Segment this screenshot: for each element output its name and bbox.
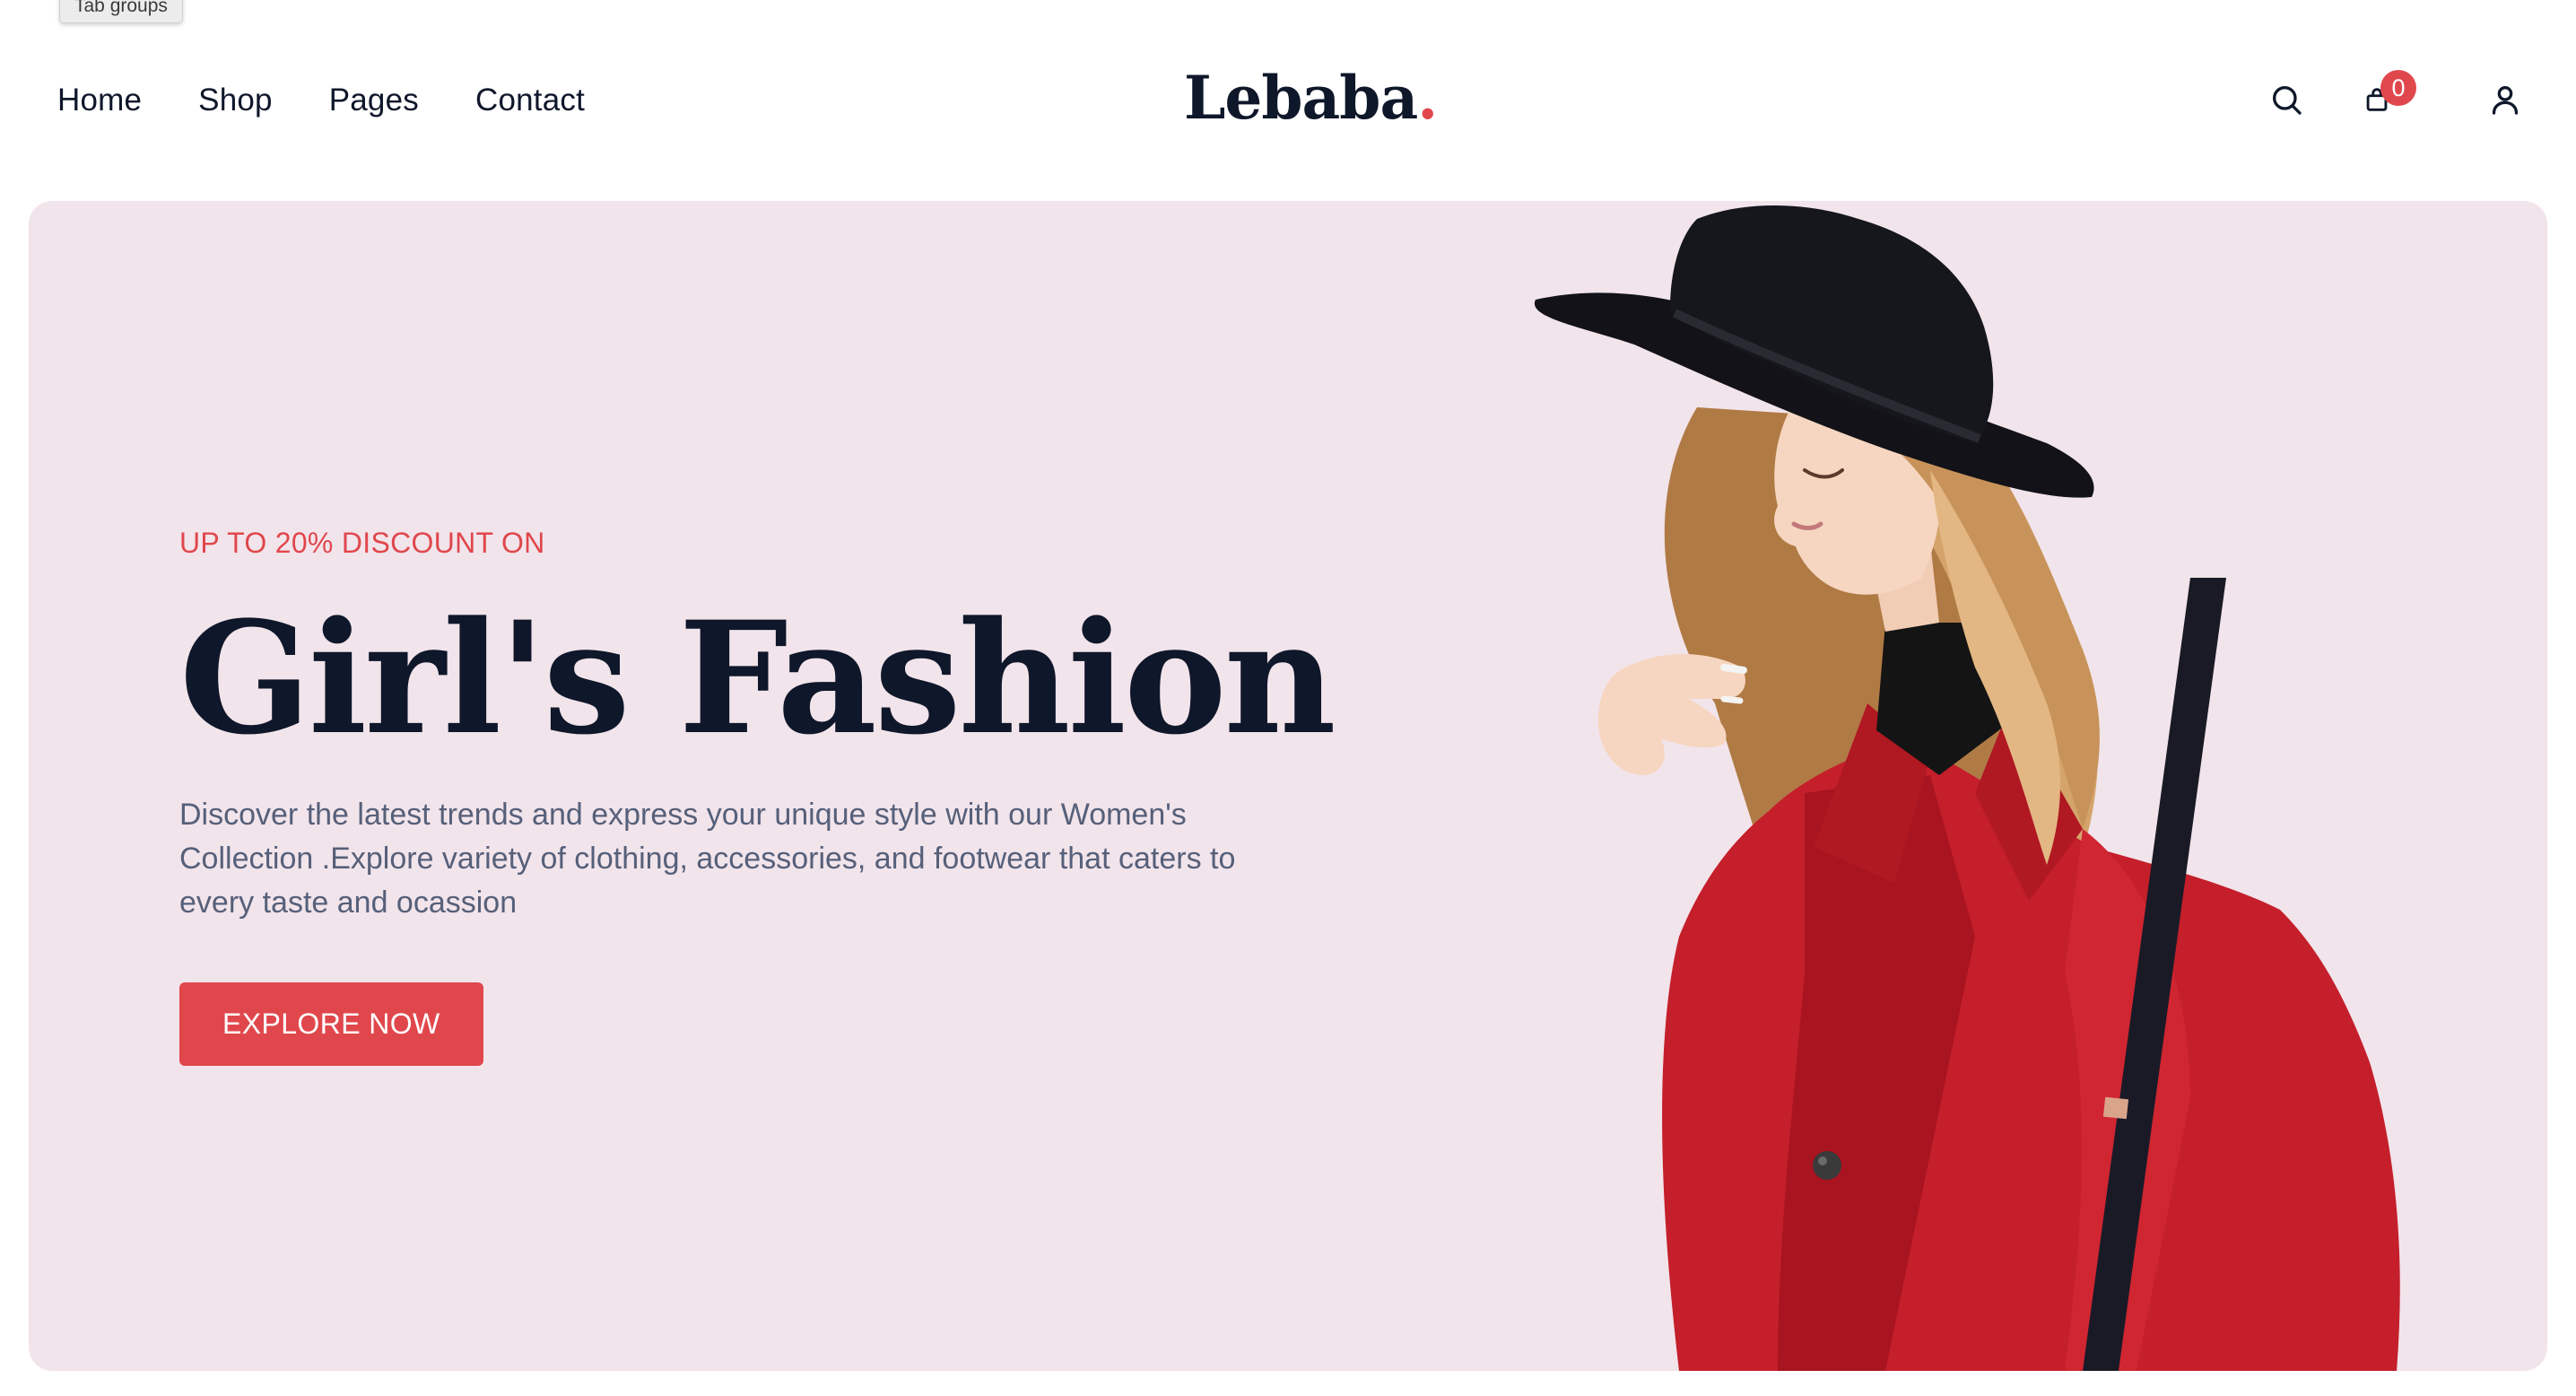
hero-title: Girl's Fashion (179, 587, 1336, 769)
hero-model-image (1534, 205, 2400, 1371)
header-icons (0, 77, 2576, 131)
hero-eyebrow: UP TO 20% DISCOUNT ON (179, 527, 545, 559)
search-button[interactable] (2264, 77, 2309, 122)
hero-content: UP TO 20% DISCOUNT ON Girl's Fashion Dis… (179, 524, 1336, 1066)
page: Tab groups Home Shop Pages Contact Lebab… (0, 0, 2576, 1396)
site-header: Home Shop Pages Contact Lebaba. 0 (0, 0, 2576, 201)
explore-now-button[interactable]: EXPLORE NOW (179, 982, 483, 1066)
user-icon (2492, 86, 2519, 115)
search-icon (2273, 86, 2302, 115)
hero-banner: UP TO 20% DISCOUNT ON Girl's Fashion Dis… (29, 201, 2547, 1371)
cart-count-badge: 0 (2380, 70, 2416, 106)
hero-description: Discover the latest trends and express y… (179, 798, 1236, 920)
account-button[interactable] (2483, 77, 2528, 122)
